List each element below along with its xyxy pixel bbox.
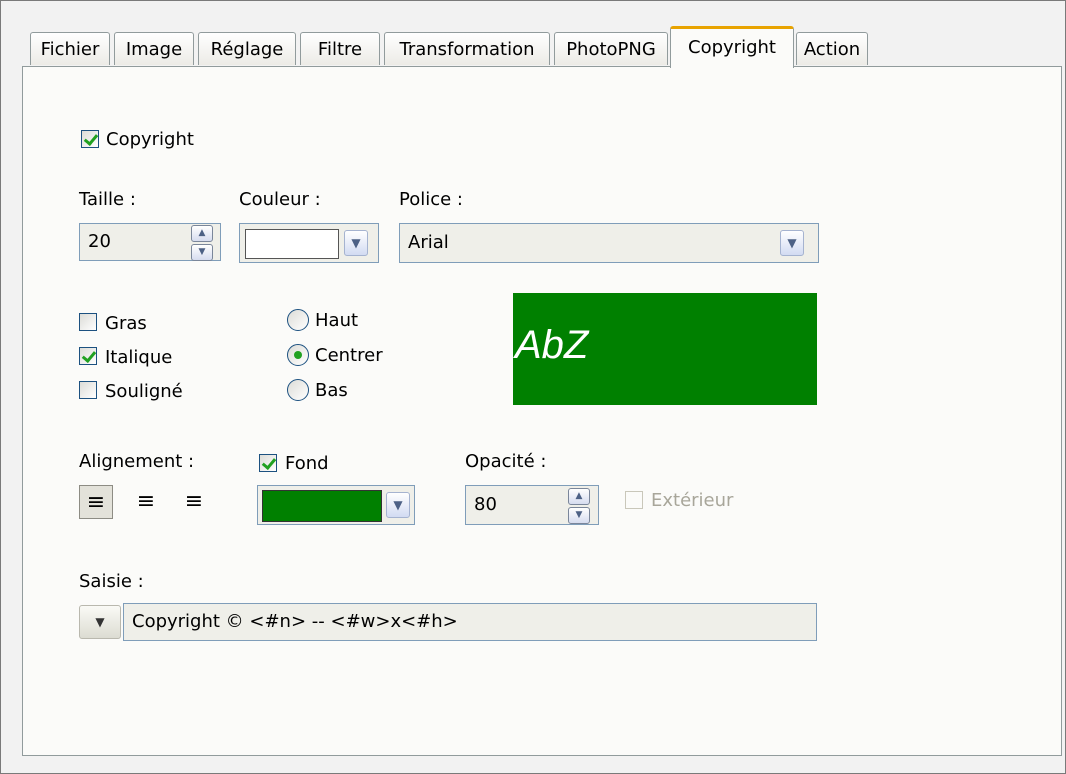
tab-panel: Copyright Taille : 20 ▲ ▼ Couleur : ▼ Po… xyxy=(22,66,1062,756)
saisie-label: Saisie : xyxy=(79,571,144,592)
align-right-icon[interactable]: ≡ xyxy=(177,485,211,519)
taille-value: 20 xyxy=(88,231,111,252)
italique-label: Italique xyxy=(105,347,173,368)
fond-color-select[interactable]: ▼ xyxy=(257,485,415,525)
preview-box: AbZ xyxy=(513,293,817,405)
bas-label: Bas xyxy=(315,380,348,401)
chevron-down-icon[interactable]: ▼ xyxy=(386,492,410,518)
opacite-input[interactable]: 80 ▲ ▼ xyxy=(465,485,599,525)
taille-input[interactable]: 20 ▲ ▼ xyxy=(79,223,221,261)
police-select[interactable]: Arial ▼ xyxy=(399,223,819,263)
centrer-radio[interactable] xyxy=(287,344,309,366)
tab-copyright[interactable]: Copyright xyxy=(670,26,794,68)
alignement-label: Alignement : xyxy=(79,451,195,472)
chevron-down-icon[interactable]: ▼ xyxy=(780,230,804,256)
bas-radio[interactable] xyxy=(287,379,309,401)
exterieur-checkbox[interactable] xyxy=(625,491,643,509)
align-left-icon[interactable]: ≡ xyxy=(79,485,113,519)
souligne-checkbox[interactable] xyxy=(79,381,97,399)
police-value: Arial xyxy=(408,232,449,253)
police-label: Police : xyxy=(399,189,463,210)
spin-up-icon[interactable]: ▲ xyxy=(568,488,590,505)
preview-text: AbZ xyxy=(515,323,589,367)
couleur-swatch xyxy=(245,229,339,259)
tab-filtre[interactable]: Filtre xyxy=(300,32,380,65)
haut-label: Haut xyxy=(315,310,359,331)
tab-transformation[interactable]: Transformation xyxy=(384,32,550,65)
couleur-select[interactable]: ▼ xyxy=(239,223,379,263)
haut-radio[interactable] xyxy=(287,309,309,331)
italique-checkbox[interactable] xyxy=(79,347,97,365)
tab-photopng[interactable]: PhotoPNG xyxy=(554,32,668,65)
align-center-icon[interactable]: ≡ xyxy=(129,485,163,519)
spin-down-icon[interactable]: ▼ xyxy=(191,244,213,261)
saisie-history-button[interactable]: ▼ xyxy=(79,605,121,639)
saisie-input[interactable]: Copyright © <#n> -- <#w>x<#h> xyxy=(123,603,817,641)
copyright-checkbox[interactable] xyxy=(81,130,99,148)
copyright-checkbox-label: Copyright xyxy=(106,129,194,150)
fond-label: Fond xyxy=(285,453,329,474)
chevron-down-icon[interactable]: ▼ xyxy=(344,230,368,256)
spin-down-icon[interactable]: ▼ xyxy=(568,507,590,524)
tab-fichier[interactable]: Fichier xyxy=(30,32,110,65)
tab-image[interactable]: Image xyxy=(114,32,194,65)
saisie-value: Copyright © <#n> -- <#w>x<#h> xyxy=(132,611,458,632)
souligne-label: Souligné xyxy=(105,381,183,402)
gras-checkbox[interactable] xyxy=(79,313,97,331)
taille-label: Taille : xyxy=(79,189,136,210)
exterieur-label: Extérieur xyxy=(651,490,734,511)
spin-up-icon[interactable]: ▲ xyxy=(191,225,213,242)
fond-swatch xyxy=(262,490,382,522)
taille-spin[interactable]: ▲ ▼ xyxy=(191,225,213,261)
couleur-label: Couleur : xyxy=(239,189,321,210)
centrer-label: Centrer xyxy=(315,345,383,366)
opacite-spin[interactable]: ▲ ▼ xyxy=(568,488,590,524)
gras-label: Gras xyxy=(105,313,147,334)
fond-checkbox[interactable] xyxy=(259,454,277,472)
opacite-label: Opacité : xyxy=(465,451,547,472)
tab-reglage[interactable]: Réglage xyxy=(198,32,296,65)
tab-action[interactable]: Action xyxy=(796,32,868,65)
opacite-value: 80 xyxy=(474,494,497,515)
